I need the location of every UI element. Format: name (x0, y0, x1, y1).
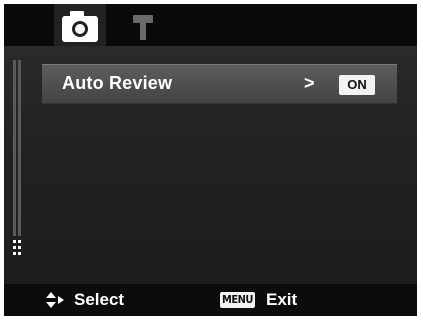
menu-item-label: Auto Review (62, 73, 173, 93)
menu-panel: Auto Review > ON (4, 46, 417, 284)
menu-item-value[interactable]: ON (339, 75, 375, 95)
hammer-icon (133, 15, 153, 40)
menu-button-badge: MENU (220, 292, 255, 308)
menu-item-auto-review[interactable]: Auto Review > ON (42, 64, 397, 104)
tab-camera[interactable] (54, 4, 106, 46)
chevron-right-icon: > (304, 73, 315, 93)
tab-setup[interactable] (124, 4, 164, 46)
camera-icon (62, 11, 98, 42)
tab-bar (4, 4, 417, 46)
footer-bar: Select MENU Exit (4, 284, 417, 316)
scrollbar-thumb (13, 240, 21, 255)
select-hint: Select (74, 290, 125, 309)
up-down-right-arrows-icon (46, 292, 64, 308)
camera-settings-screen: Auto Review > ON Select MENU Exit (4, 4, 417, 316)
scrollbar[interactable] (12, 60, 26, 270)
exit-hint: Exit (266, 290, 298, 309)
